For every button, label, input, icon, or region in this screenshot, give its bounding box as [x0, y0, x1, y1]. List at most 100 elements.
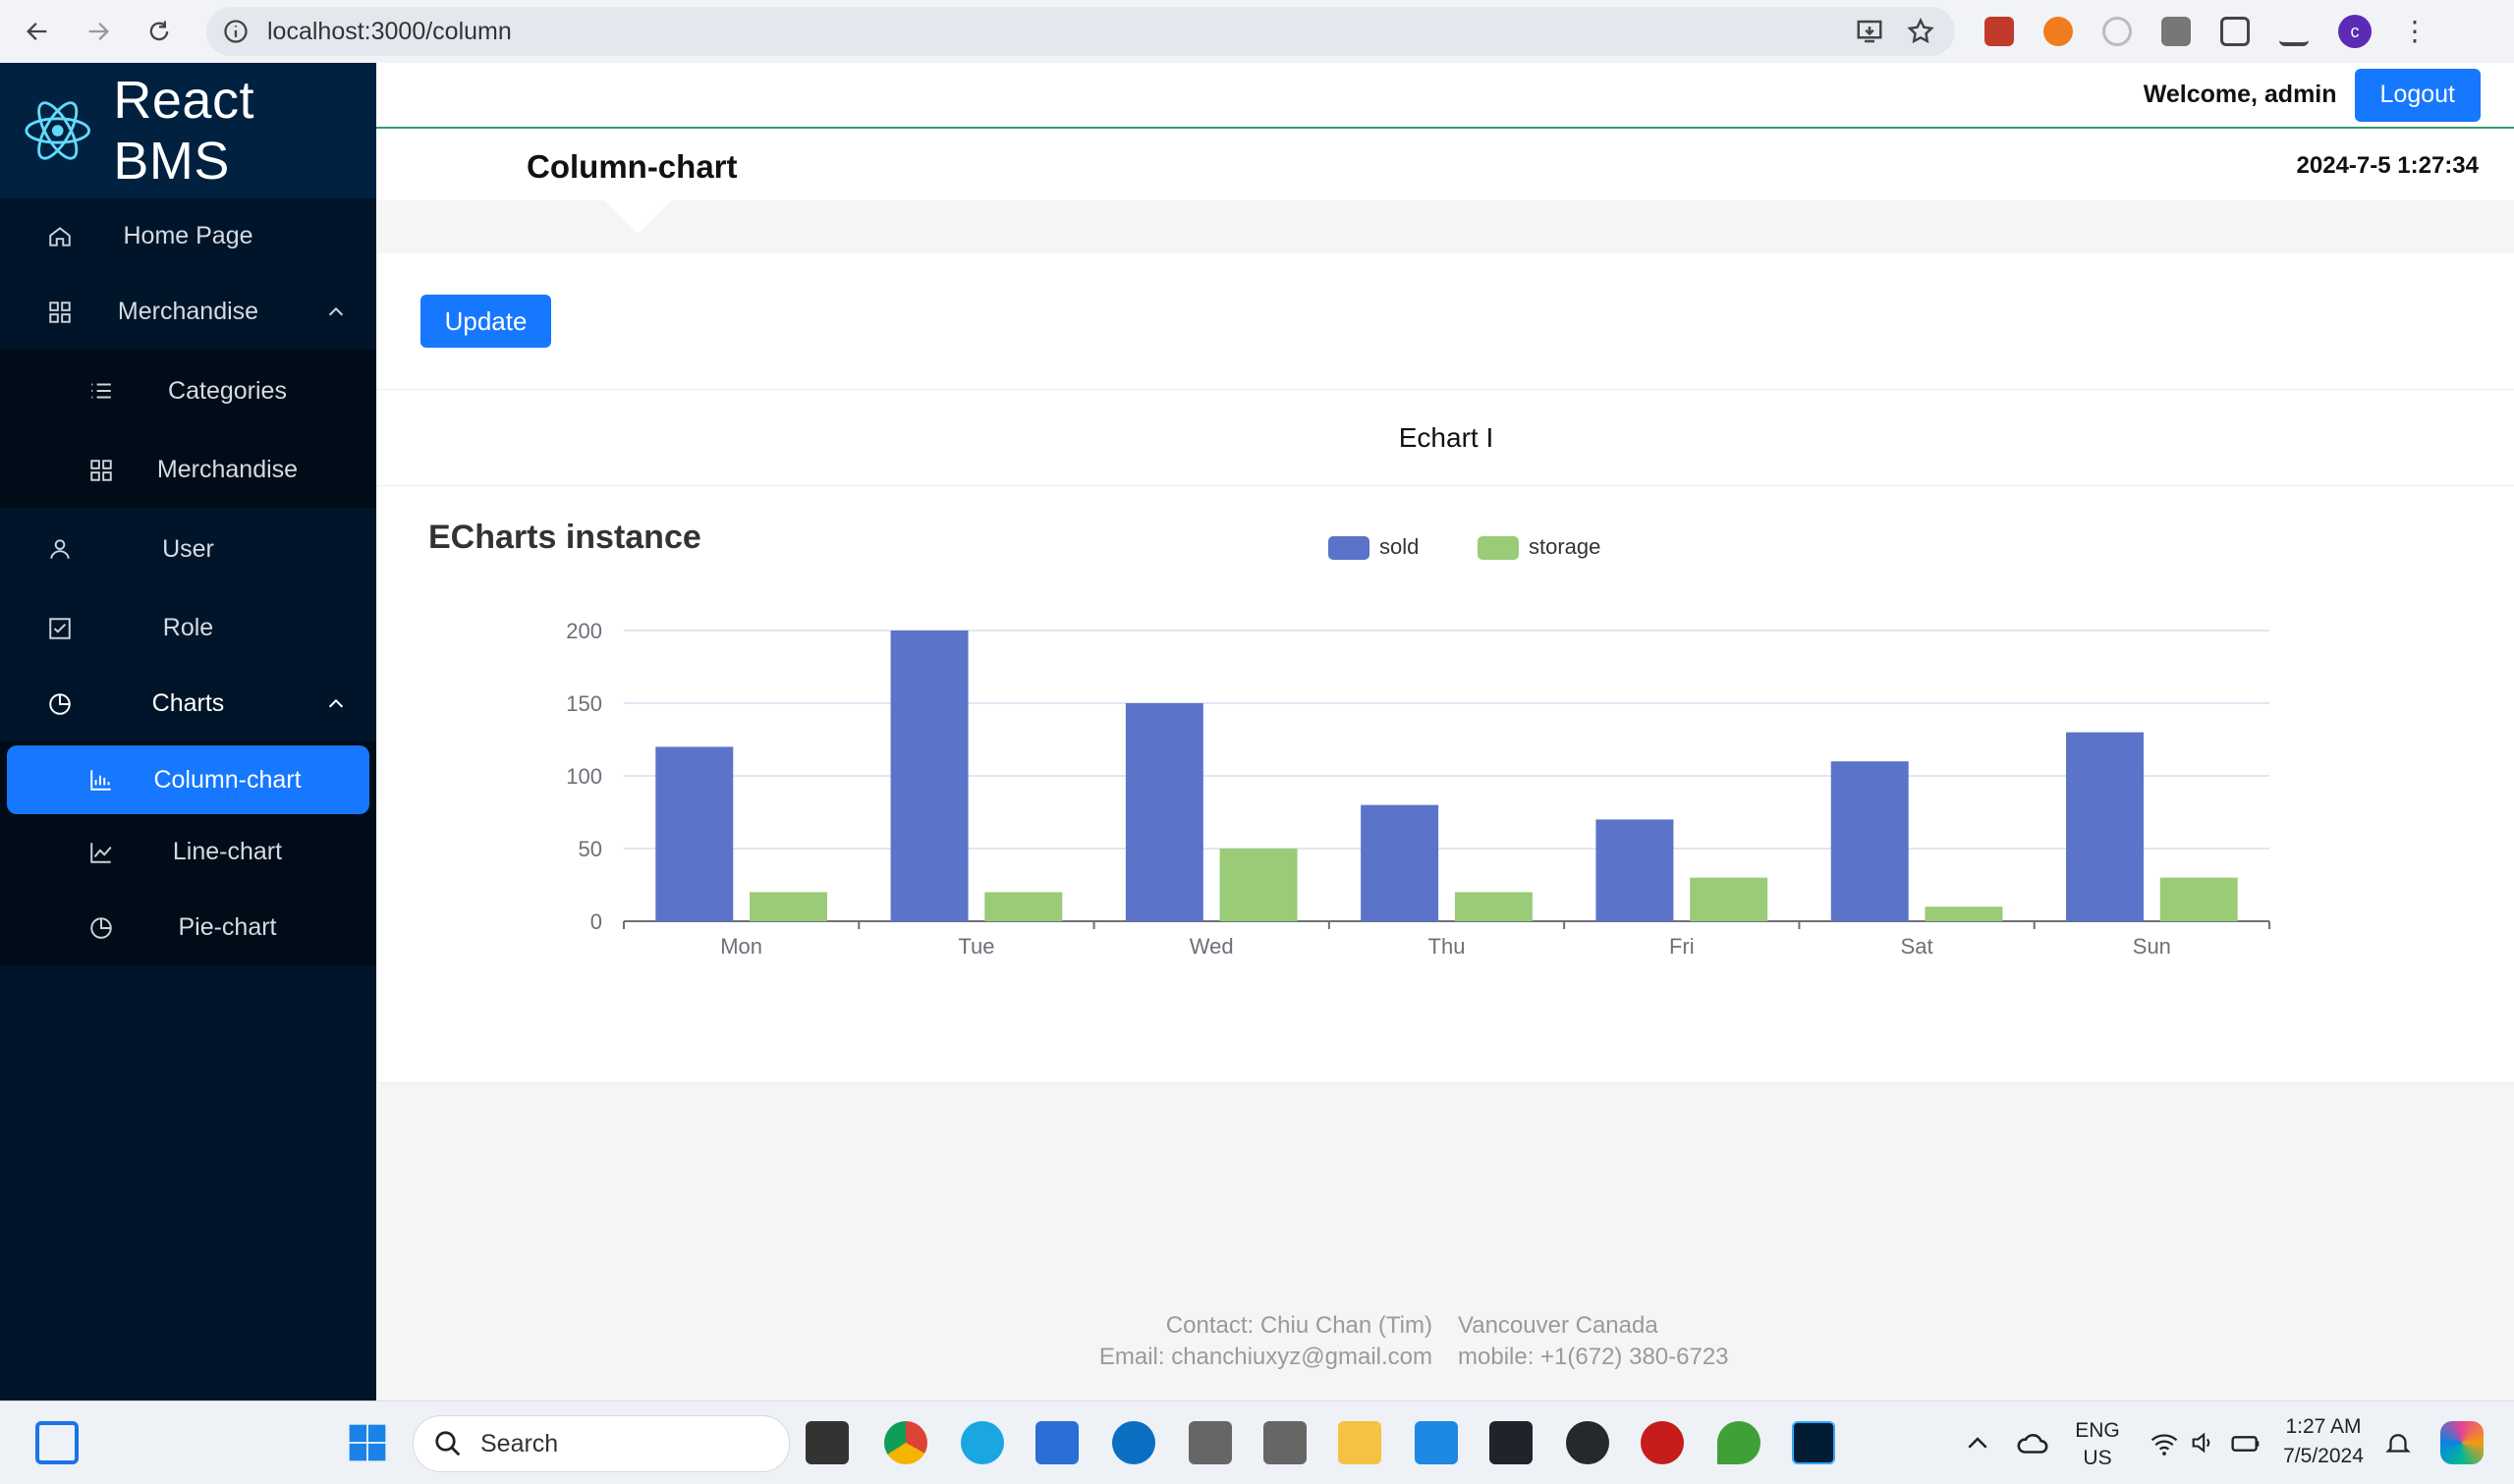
sidebar-item-pie-chart[interactable]: Pie-chart [0, 890, 376, 965]
reload-icon[interactable] [136, 8, 183, 55]
extension-orange-icon[interactable] [2043, 17, 2073, 46]
onedrive-cloud-icon[interactable] [2016, 1427, 2049, 1460]
bar-sold [890, 631, 969, 921]
x-tick-label: Tue [958, 934, 994, 959]
x-tick-label: Fri [1669, 934, 1695, 959]
widgets-icon[interactable] [35, 1421, 79, 1464]
search-placeholder: Search [480, 1429, 559, 1457]
x-tick-label: Mon [720, 934, 762, 959]
profile-avatar[interactable]: c [2338, 15, 2372, 48]
chevron-up-icon[interactable] [1963, 1429, 1992, 1458]
url-text: localhost:3000/column [267, 17, 512, 45]
bookmark-star-icon[interactable] [1906, 17, 1935, 46]
sidebar-item-charts-group[interactable]: Charts [0, 666, 376, 742]
bar-storage [1454, 892, 1533, 921]
bar-sold [655, 746, 734, 921]
bar-sold [2066, 732, 2144, 921]
language-indicator-top[interactable]: ENG [2073, 1419, 2122, 1443]
forward-icon[interactable] [75, 8, 122, 55]
y-tick-label: 50 [579, 837, 602, 861]
task-view-icon[interactable] [806, 1421, 849, 1464]
mongodb-icon[interactable] [1717, 1421, 1760, 1464]
welcome-text: Welcome, admin [2143, 81, 2337, 108]
extension-red-icon[interactable] [1984, 17, 2014, 46]
sidebar-item-role[interactable]: Role [0, 590, 376, 666]
footer-mobile: mobile: +1(672) 380-6723 [1458, 1344, 1729, 1370]
logout-button[interactable]: Logout [2354, 68, 2481, 122]
puzzle-extensions-icon[interactable] [2220, 17, 2250, 46]
browser-toolbar: localhost:3000/column c ⋮ [0, 0, 2514, 63]
sidebar-item-categories[interactable]: Categories [0, 350, 376, 432]
footer: Contact: Chiu Chan (Tim) Vancouver Canad… [376, 1267, 2514, 1401]
sidebar-item-merchandise-group[interactable]: Merchandise [0, 274, 376, 350]
charts-submenu: Column-chart Line-chart Pie-chart [0, 742, 376, 965]
language-indicator-bottom[interactable]: US [2073, 1447, 2122, 1470]
card-divider [378, 485, 2514, 486]
notification-bell-icon[interactable] [2383, 1429, 2413, 1458]
x-tick-label: Sun [2133, 934, 2171, 959]
clock-time[interactable]: 1:27 AM [2279, 1415, 2368, 1439]
info-icon[interactable] [222, 18, 250, 45]
y-tick-label: 150 [566, 691, 602, 716]
dell-icon[interactable] [1112, 1421, 1155, 1464]
install-icon[interactable] [1855, 17, 1884, 46]
bar-sold [1125, 703, 1203, 921]
app-title: React BMS [113, 71, 254, 191]
header-bottom: Column-chart 2024-7-5 1:27:34 [376, 129, 2514, 200]
store-icon[interactable] [1035, 1421, 1079, 1464]
search-icon [435, 1431, 461, 1457]
sidebar-item-line-chart[interactable]: Line-chart [0, 814, 376, 890]
wifi-icon[interactable] [2150, 1429, 2179, 1458]
extension-circle-icon[interactable] [2102, 17, 2132, 46]
react-devtools-icon[interactable] [1489, 1421, 1533, 1464]
y-tick-label: 0 [590, 909, 602, 934]
redis-icon[interactable] [1641, 1421, 1684, 1464]
legend-swatch [1328, 536, 1369, 560]
bar-storage [750, 892, 827, 921]
edge-icon[interactable] [961, 1421, 1004, 1464]
y-tick-label: 200 [566, 619, 602, 643]
sidebar-item-column-chart[interactable]: Column-chart [7, 745, 369, 814]
datetime: 2024-7-5 1:27:34 [2296, 152, 2479, 179]
y-tick-label: 100 [566, 764, 602, 789]
app-f-icon[interactable] [1189, 1421, 1232, 1464]
windows-start-icon[interactable] [346, 1421, 389, 1464]
bar-sold [1595, 819, 1674, 921]
sidebar-item-home[interactable]: Home Page [0, 198, 376, 274]
title-pointer [604, 200, 671, 234]
taskbar: Search ENG US 1:27 AM 7/5/2024 [0, 1401, 2514, 1484]
sidebar-item-user[interactable]: User [0, 508, 376, 590]
card-title: Echart I [1398, 422, 1494, 453]
labs-flask-icon[interactable] [2279, 17, 2309, 46]
footer-email: Email: chanchiuxyz@gmail.com [1098, 1344, 1432, 1370]
clock-date[interactable]: 7/5/2024 [2279, 1445, 2368, 1468]
back-icon[interactable] [14, 8, 61, 55]
file-explorer-icon[interactable] [1338, 1421, 1381, 1464]
bar-storage [1690, 877, 1768, 921]
git-cat-icon[interactable] [1566, 1421, 1609, 1464]
app-y-icon[interactable] [1263, 1421, 1307, 1464]
sidebar: React BMS Home Page Merchandise Categori… [0, 63, 376, 1401]
legend-label: sold [1379, 534, 1419, 559]
chrome-beta-icon[interactable] [884, 1421, 927, 1464]
taskbar-search[interactable]: Search [413, 1415, 790, 1472]
bar-storage [1925, 907, 2003, 921]
photoshop-icon[interactable] [1792, 1421, 1835, 1464]
kebab-menu-icon[interactable]: ⋮ [2401, 18, 2429, 45]
sidebar-item-merchandise[interactable]: Merchandise [0, 432, 376, 508]
battery-icon[interactable] [2230, 1428, 2262, 1459]
volume-icon[interactable] [2189, 1429, 2216, 1457]
copilot-icon[interactable] [2440, 1421, 2484, 1464]
bar-storage [1219, 849, 1298, 921]
address-bar[interactable]: localhost:3000/column [206, 7, 1955, 56]
logo[interactable]: React BMS [0, 63, 376, 198]
card-divider [378, 1082, 2514, 1083]
vscode-icon[interactable] [1415, 1421, 1458, 1464]
camera-icon[interactable] [2161, 17, 2191, 46]
update-button[interactable]: Update [420, 295, 551, 348]
chevron-up-icon [328, 306, 344, 315]
column-chart: ECharts instance sold storage 0 50 100 150 200 M… [428, 519, 2270, 959]
x-tick-label: Sat [1901, 934, 1933, 959]
header: Welcome, admin Logout Column-chart 2024-… [376, 63, 2514, 200]
header-top: Welcome, admin Logout [376, 63, 2514, 129]
